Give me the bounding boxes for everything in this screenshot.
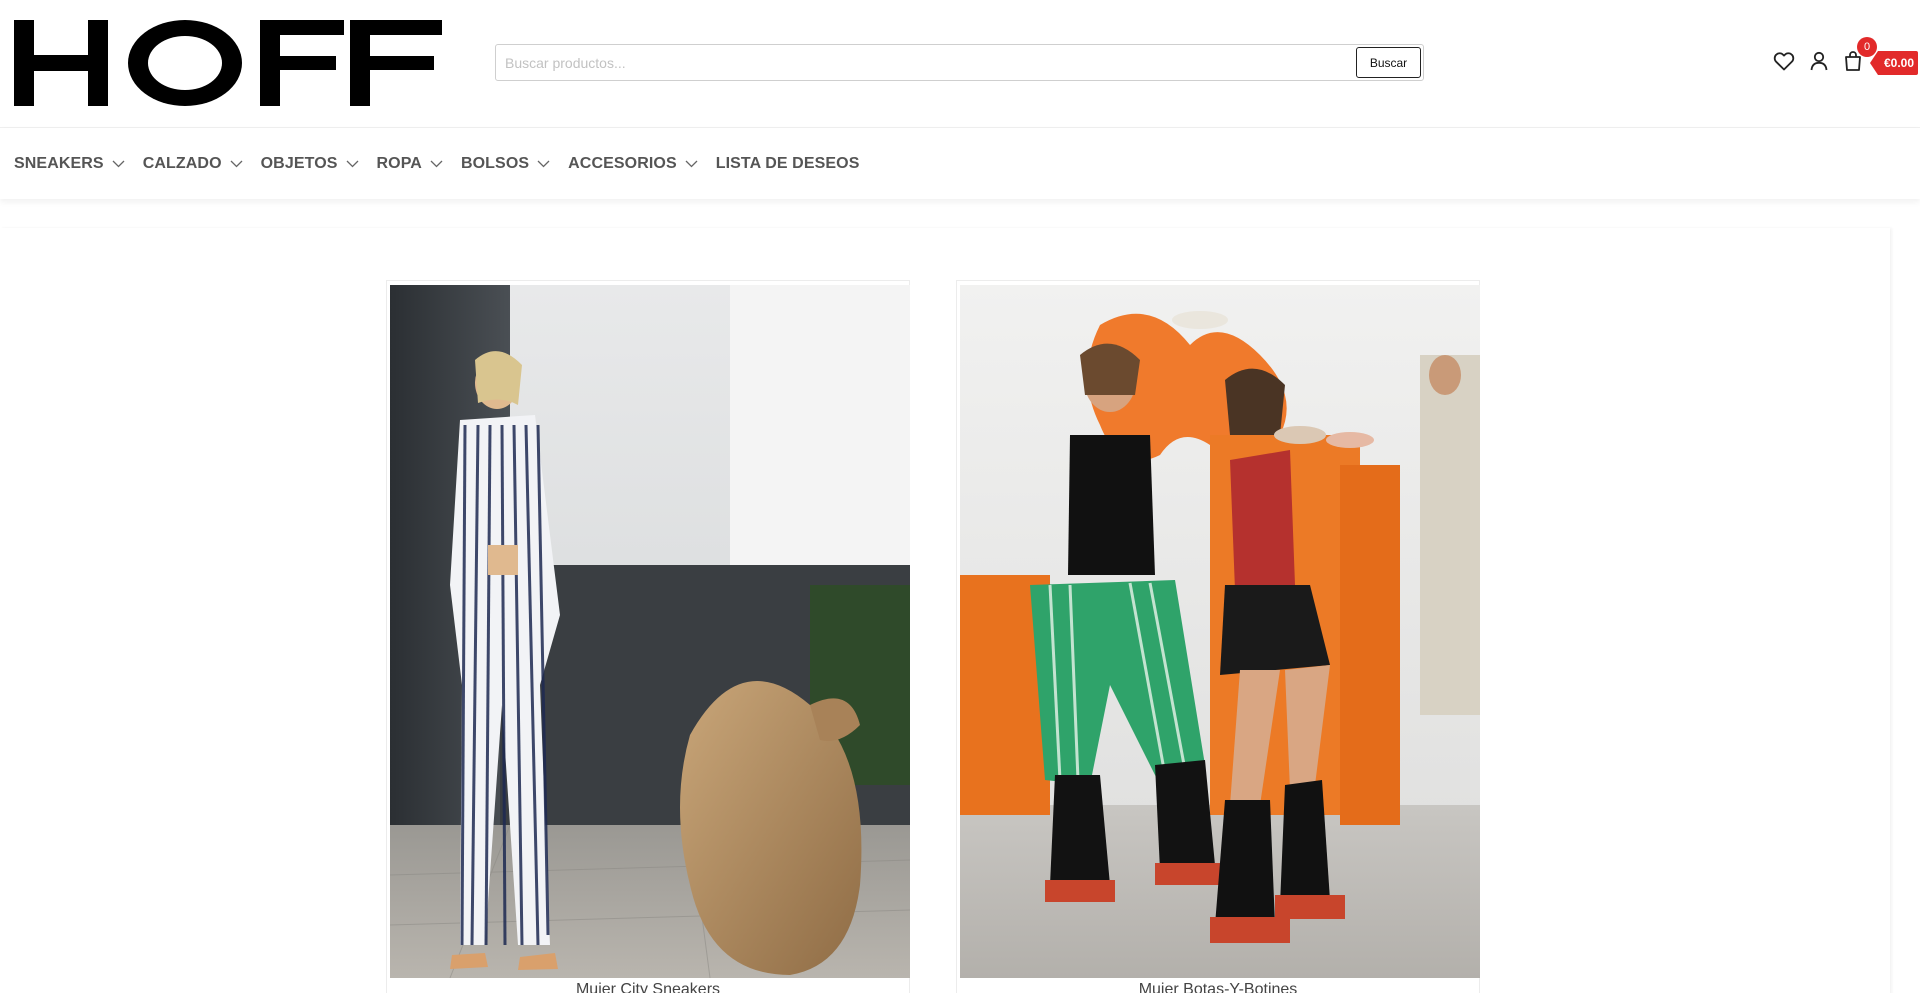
cart-total-badge[interactable]: €0.00 <box>1869 51 1919 75</box>
wishlist-button[interactable] <box>1770 46 1798 76</box>
chevron-down-icon <box>112 160 125 168</box>
search-input[interactable] <box>496 45 1356 80</box>
chevron-down-icon <box>430 160 443 168</box>
nav-item-lista-de-deseos[interactable]: LISTA DE DESEOS <box>716 155 860 173</box>
hoff-logo-mark <box>14 20 442 106</box>
chevron-down-icon <box>230 160 243 168</box>
nav-item-objetos[interactable]: OBJETOS <box>261 155 359 173</box>
chevron-down-icon <box>685 160 698 168</box>
hoff-logo[interactable] <box>14 20 442 106</box>
nav-item-accesorios[interactable]: ACCESORIOS <box>568 155 698 173</box>
account-button[interactable] <box>1805 46 1833 76</box>
card-caption[interactable]: Mujer City Sneakers <box>387 981 909 993</box>
nav-item-label: OBJETOS <box>260 154 338 172</box>
nav-item-label: SNEAKERS <box>14 154 104 172</box>
content-area <box>0 228 1890 993</box>
chevron-down-icon <box>537 160 550 168</box>
nav-item-label: ACCESORIOS <box>568 154 677 172</box>
category-image[interactable] <box>960 285 1480 978</box>
nav-item-bolsos[interactable]: BOLSOS <box>461 155 550 173</box>
search-bar: Buscar <box>495 44 1424 81</box>
category-card-botas-y-botines[interactable]: Mujer Botas-Y-Botines <box>956 280 1480 993</box>
nav-item-ropa[interactable]: ROPA <box>377 155 443 173</box>
search-button[interactable]: Buscar <box>1356 47 1421 78</box>
nav-item-label: BOLSOS <box>460 154 530 172</box>
nav-item-sneakers[interactable]: SNEAKERS <box>14 155 125 173</box>
nav-item-label: LISTA DE DESEOS <box>715 154 860 172</box>
chevron-down-icon <box>346 160 359 168</box>
nav-item-calzado[interactable]: CALZADO <box>143 155 243 173</box>
nav-item-label: ROPA <box>376 154 422 172</box>
card-caption[interactable]: Mujer Botas-Y-Botines <box>957 981 1479 993</box>
category-card-city-sneakers[interactable]: Mujer City Sneakers <box>386 280 910 993</box>
main-nav: SNEAKERS CALZADO OBJETOS ROPA BOLSOS ACC… <box>0 128 1920 199</box>
user-icon <box>1810 51 1828 71</box>
heart-icon <box>1773 52 1795 71</box>
nav-item-label: CALZADO <box>142 154 222 172</box>
site-header: Buscar 0 €0.00 <box>0 0 1920 128</box>
category-image[interactable] <box>390 285 910 978</box>
